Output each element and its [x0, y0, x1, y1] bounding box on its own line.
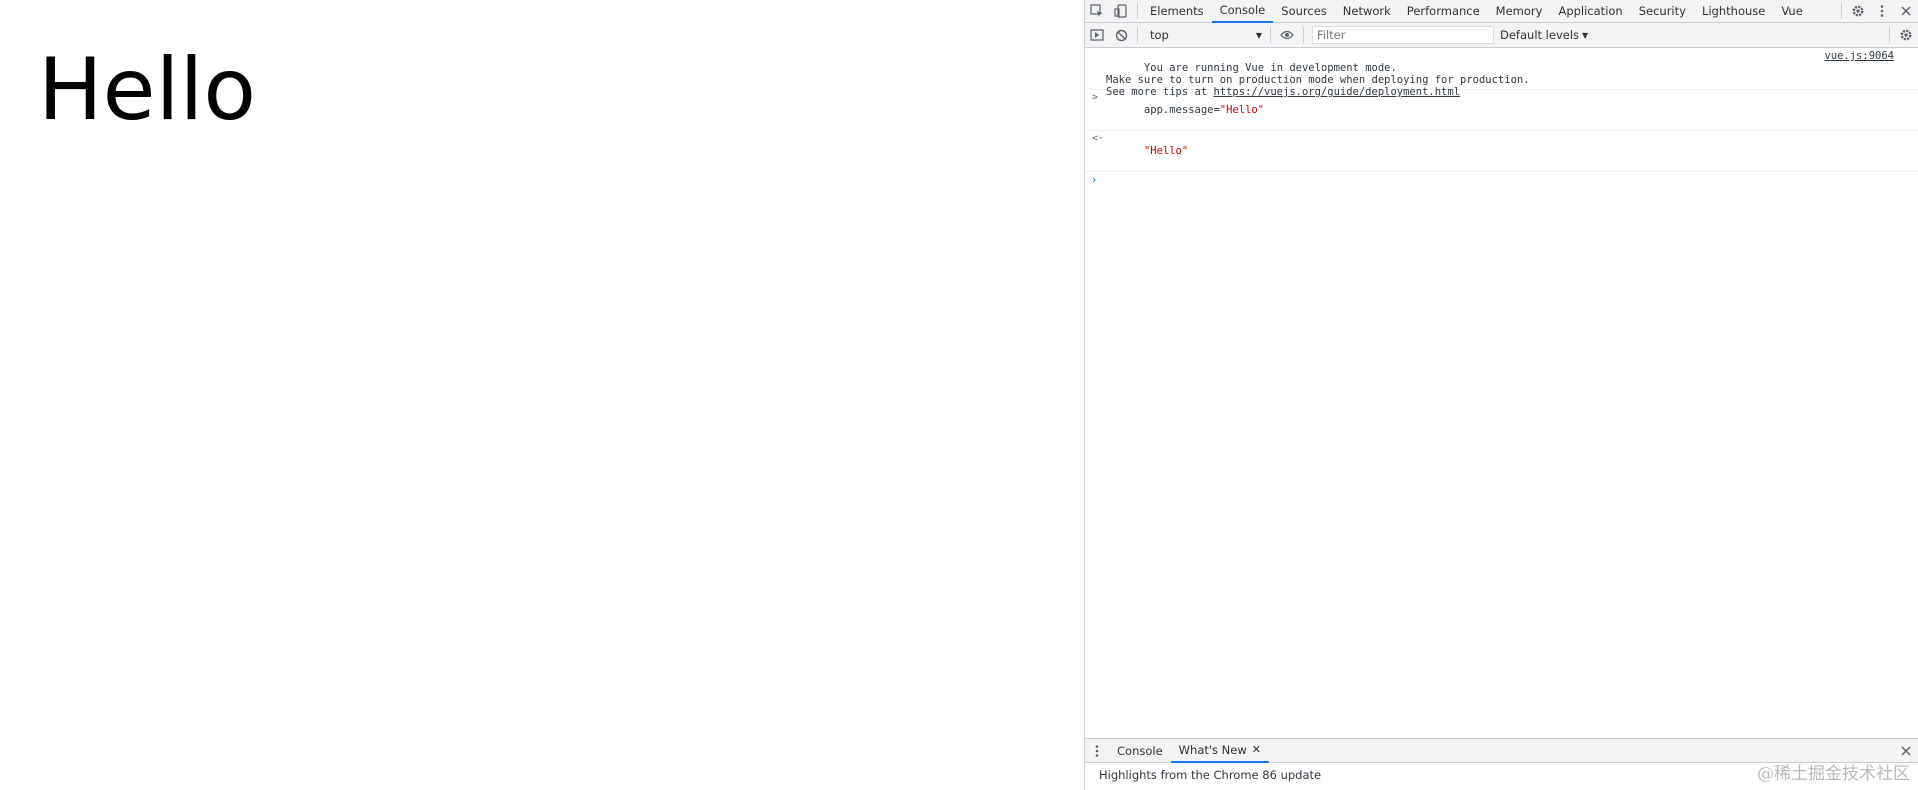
toolbar-divider — [1270, 27, 1271, 43]
devtools-tab-bar: Elements Console Sources Network Perform… — [1085, 0, 1918, 23]
tab-performance[interactable]: Performance — [1399, 0, 1488, 23]
input-string-literal: "Hello" — [1219, 104, 1265, 116]
watermark: @稀土掘金技术社区 — [1757, 764, 1910, 784]
context-selector-value: top — [1150, 28, 1169, 42]
tab-security[interactable]: Security — [1631, 0, 1694, 23]
clear-console-icon[interactable] — [1109, 24, 1133, 46]
settings-gear-icon[interactable] — [1846, 0, 1870, 22]
close-devtools-icon[interactable] — [1894, 0, 1918, 22]
dropdown-arrow-icon: ▼ — [1582, 30, 1589, 40]
message-source-link[interactable]: vue.js:9064 — [1824, 50, 1894, 62]
show-sidebar-icon[interactable] — [1085, 24, 1109, 46]
context-selector[interactable]: top ▼ — [1146, 26, 1266, 44]
inspect-element-icon[interactable] — [1085, 0, 1109, 22]
console-toolbar: top ▼ Default levels ▼ — [1085, 23, 1918, 48]
result-arrow-icon: <· — [1092, 133, 1105, 144]
log-levels-dropdown[interactable]: Default levels ▼ — [1500, 28, 1588, 42]
log-levels-label: Default levels — [1500, 28, 1580, 42]
tab-sources[interactable]: Sources — [1273, 0, 1335, 23]
tab-lighthouse[interactable]: Lighthouse — [1694, 0, 1773, 23]
console-input-entry: > app.message="Hello" — [1085, 90, 1918, 131]
device-toolbar-icon[interactable] — [1109, 0, 1133, 22]
tab-application[interactable]: Application — [1550, 0, 1630, 23]
tab-network[interactable]: Network — [1335, 0, 1399, 23]
toolbar-divider — [1303, 27, 1304, 43]
live-expression-eye-icon[interactable] — [1275, 24, 1299, 46]
message-line: Make sure to turn on production mode whe… — [1106, 74, 1530, 86]
console-toolbar-right — [1885, 24, 1918, 46]
whats-new-highlight[interactable]: Highlights from the Chrome 86 update — [1099, 768, 1321, 782]
devtools-panel: Elements Console Sources Network Perform… — [1084, 0, 1918, 790]
tab-memory[interactable]: Memory — [1488, 0, 1551, 23]
tab-console[interactable]: Console — [1211, 0, 1274, 23]
close-tab-icon[interactable]: ✕ — [1252, 743, 1261, 756]
toolbar-divider — [1137, 3, 1138, 19]
devtools-actions — [1837, 0, 1918, 22]
drawer-tab-console[interactable]: Console — [1109, 739, 1171, 763]
tab-vue[interactable]: Vue — [1773, 0, 1810, 23]
input-code: app.message= — [1143, 104, 1220, 116]
console-result-entry: <· "Hello" — [1085, 131, 1918, 172]
drawer-tab-whats-new[interactable]: What's New ✕ — [1170, 739, 1269, 763]
input-chevron-icon: > — [1092, 92, 1099, 103]
toolbar-divider — [1889, 27, 1890, 43]
result-value[interactable]: "Hello" — [1144, 145, 1188, 157]
console-prompt[interactable]: › — [1085, 172, 1918, 192]
console-settings-gear-icon[interactable] — [1894, 24, 1918, 46]
toolbar-divider — [1841, 3, 1842, 19]
console-messages[interactable]: You are running Vue in development mode.… — [1085, 48, 1918, 724]
dropdown-arrow-icon: ▼ — [1255, 30, 1262, 40]
message-line: You are running Vue in development mode. — [1143, 62, 1397, 74]
console-message-info: You are running Vue in development mode.… — [1085, 48, 1918, 98]
tab-elements[interactable]: Elements — [1142, 0, 1212, 23]
drawer-menu-icon[interactable] — [1085, 740, 1109, 762]
more-options-icon[interactable] — [1870, 0, 1894, 22]
drawer-tab-whats-new-label: What's New — [1178, 742, 1247, 757]
prompt-chevron-icon: › — [1092, 173, 1097, 186]
console-filter-input[interactable] — [1312, 26, 1494, 44]
page-heading: Hello — [38, 40, 256, 140]
page-viewport: Hello — [0, 0, 1084, 790]
toolbar-divider — [1137, 27, 1138, 43]
